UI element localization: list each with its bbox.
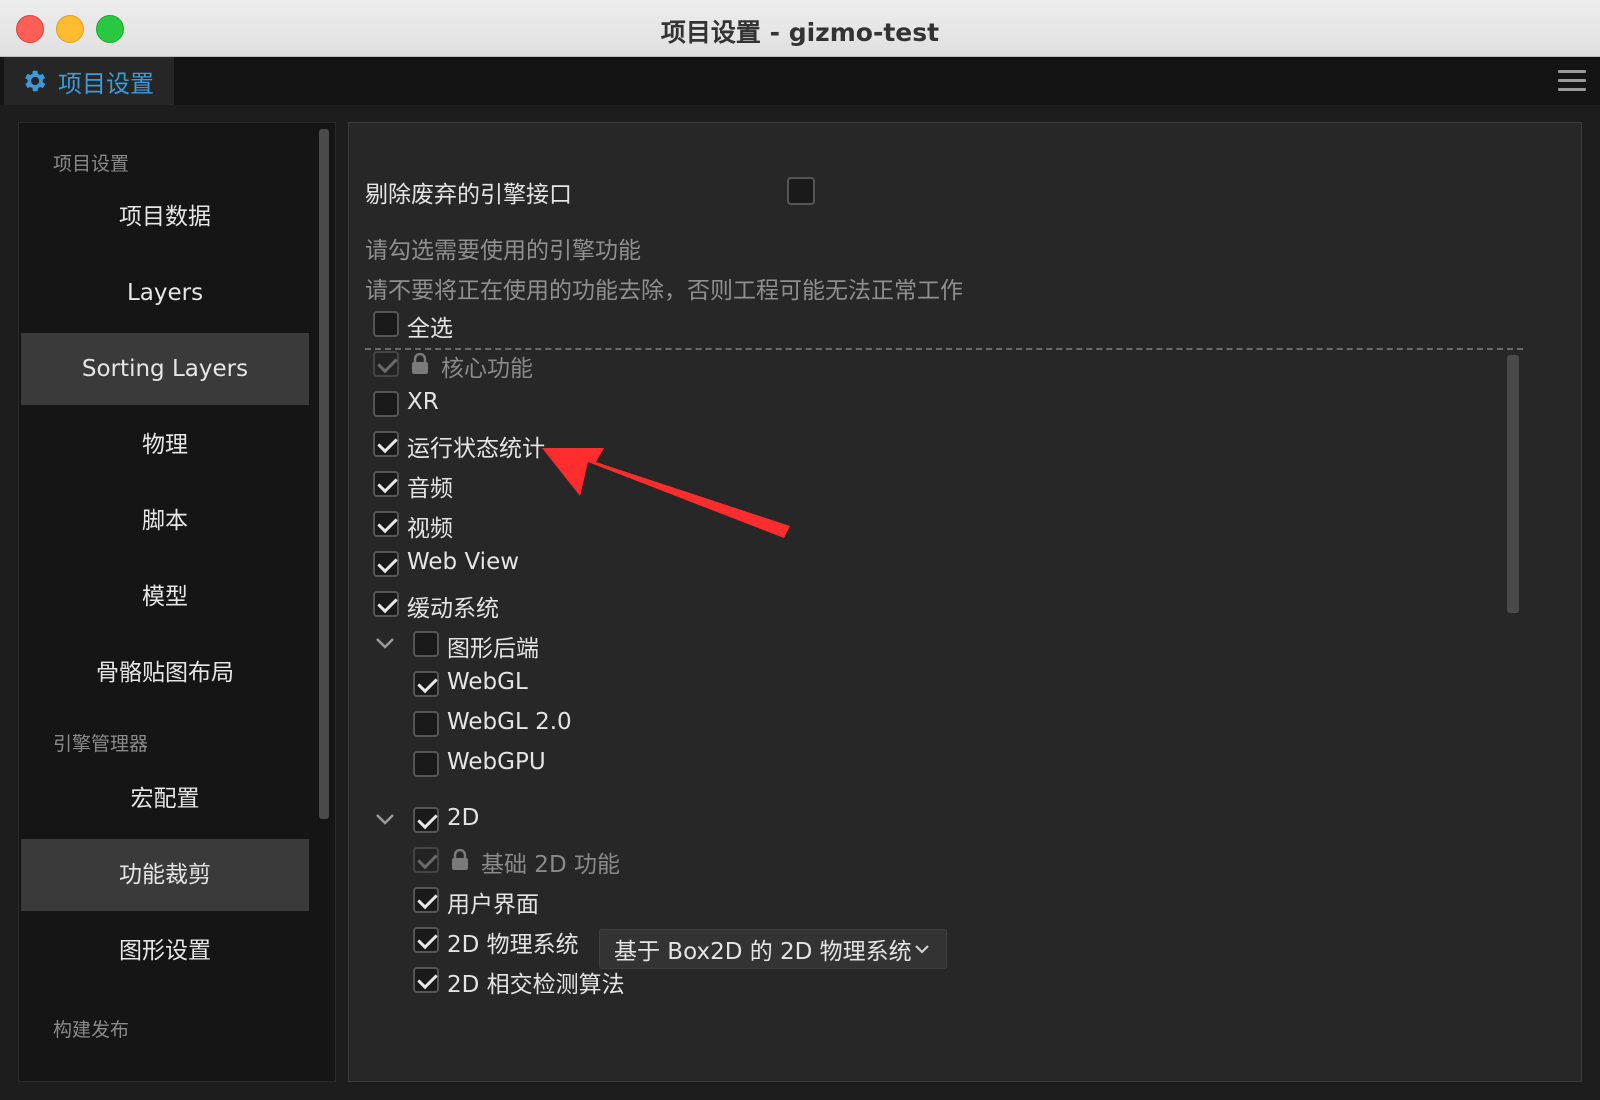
sidebar-section-engine: 引擎管理器: [53, 733, 149, 755]
ui-checkbox[interactable]: [413, 887, 439, 913]
video-checkbox[interactable]: [373, 511, 399, 537]
sidebar-item-project-data[interactable]: 项目数据: [21, 181, 309, 253]
settings-sidebar: 项目设置 项目数据 Layers Sorting Layers 物理 脚本 模型…: [18, 122, 336, 1082]
profiler-checkbox[interactable]: [373, 431, 399, 457]
ui-label: 用户界面: [447, 892, 539, 918]
divider: [365, 348, 1523, 350]
sidebar-item-sorting-layers[interactable]: Sorting Layers: [21, 333, 309, 405]
hamburger-menu-icon[interactable]: [1558, 70, 1586, 92]
tween-label: 缓动系统: [407, 596, 499, 622]
select-all-label: 全选: [407, 316, 453, 342]
sidebar-item-macro-config[interactable]: 宏配置: [21, 763, 309, 835]
webview-checkbox[interactable]: [373, 551, 399, 577]
xr-label: XR: [407, 389, 439, 415]
tween-checkbox[interactable]: [373, 591, 399, 617]
project-settings-window: 项目设置 - gizmo-test 项目设置 项目设置 项目数据 Layers …: [0, 0, 1600, 1100]
select-all-checkbox[interactable]: [373, 311, 399, 337]
chevron-down-icon: [915, 945, 929, 954]
webview-label: Web View: [407, 549, 520, 575]
webgl2-checkbox[interactable]: [413, 711, 439, 737]
hint-warning: 请不要将正在使用的功能去除，否则工程可能无法正常工作: [365, 278, 963, 304]
sidebar-section-build: 构建发布: [53, 1019, 130, 1041]
twod-checkbox[interactable]: [413, 807, 439, 833]
intersection2d-label: 2D 相交检测算法: [447, 972, 625, 998]
hint-select-features: 请勾选需要使用的引擎功能: [365, 238, 641, 264]
twod-label: 2D: [447, 805, 480, 831]
webgl2-label: WebGL 2.0: [447, 709, 572, 735]
sidebar-item-layers[interactable]: Layers: [21, 257, 309, 329]
webgpu-checkbox[interactable]: [413, 751, 439, 777]
physics2d-checkbox[interactable]: [413, 927, 439, 953]
core-label: 核心功能: [441, 356, 533, 382]
sidebar-item-skeleton-texture-layout[interactable]: 骨骼贴图布局: [21, 637, 309, 709]
tab-label: 项目设置: [58, 69, 154, 98]
core-checkbox: [373, 351, 399, 377]
sidebar-item-scripts[interactable]: 脚本: [21, 485, 309, 557]
title-bar: 项目设置 - gizmo-test: [0, 0, 1600, 57]
remove-deprecated-checkbox[interactable]: [787, 177, 815, 205]
feature-crop-panel: 剔除废弃的引擎接口 请勾选需要使用的引擎功能 请不要将正在使用的功能去除，否则工…: [348, 122, 1582, 1082]
chevron-down-icon[interactable]: [375, 637, 395, 649]
physics2d-engine-value: 基于 Box2D 的 2D 物理系统: [614, 939, 912, 965]
feature-list-scrollbar[interactable]: [1507, 355, 1519, 613]
gear-icon: [25, 70, 46, 92]
gfx-backend-checkbox[interactable]: [413, 631, 439, 657]
video-label: 视频: [407, 516, 453, 542]
twod-base-label: 基础 2D 功能: [481, 852, 620, 878]
xr-checkbox[interactable]: [373, 391, 399, 417]
lock-icon: [412, 353, 428, 374]
sidebar-section-project: 项目设置: [53, 153, 130, 175]
sidebar-item-graphics-settings[interactable]: 图形设置: [21, 915, 309, 987]
chevron-down-icon[interactable]: [375, 813, 395, 825]
intersection2d-checkbox[interactable]: [413, 967, 439, 993]
tab-project-settings[interactable]: 项目设置: [4, 57, 174, 105]
physics2d-engine-select[interactable]: 基于 Box2D 的 2D 物理系统: [599, 929, 947, 969]
twod-base-checkbox: [413, 847, 439, 873]
remove-deprecated-label: 剔除废弃的引擎接口: [365, 182, 572, 208]
webgl-checkbox[interactable]: [413, 671, 439, 697]
sidebar-list: 项目设置 项目数据 Layers Sorting Layers 物理 脚本 模型…: [19, 123, 309, 1081]
sidebar-scrollbar[interactable]: [319, 129, 329, 819]
audio-checkbox[interactable]: [373, 471, 399, 497]
sidebar-item-model[interactable]: 模型: [21, 561, 309, 633]
webgl-label: WebGL: [447, 669, 528, 695]
tab-strip: 项目设置: [0, 57, 1600, 105]
profiler-label: 运行状态统计: [407, 436, 545, 462]
window-title: 项目设置 - gizmo-test: [660, 18, 940, 47]
lock-icon: [452, 849, 468, 870]
audio-label: 音频: [407, 476, 453, 502]
physics2d-label: 2D 物理系统: [447, 932, 579, 958]
sidebar-item-feature-crop[interactable]: 功能裁剪: [21, 839, 309, 911]
sidebar-item-physics[interactable]: 物理: [21, 409, 309, 481]
gfx-backend-label: 图形后端: [447, 636, 539, 662]
webgpu-label: WebGPU: [447, 749, 546, 775]
